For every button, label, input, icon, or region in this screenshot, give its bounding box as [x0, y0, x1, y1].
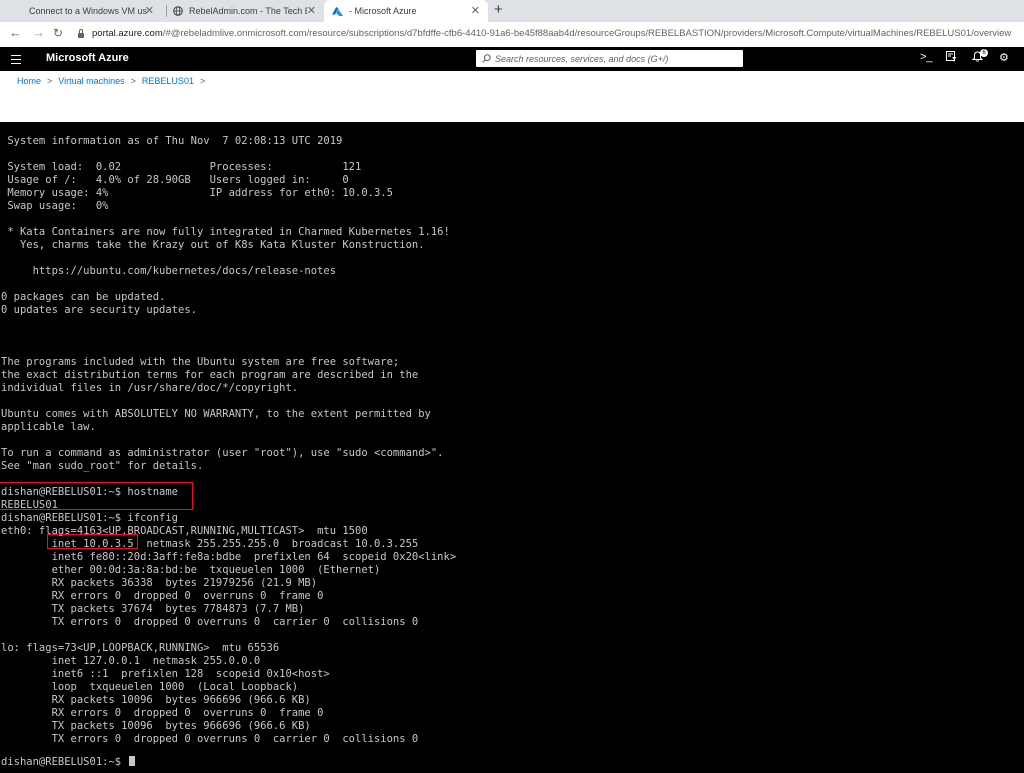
tab-title: - Microsoft Azure [349, 6, 417, 16]
hostname-highlight-box [0, 482, 193, 510]
terminal-line: applicable law. [1, 421, 96, 433]
terminal-line: inet6 fe80::20d:3aff:fe8a:bdbe prefixlen… [1, 551, 457, 563]
terminal-line: * Kata Containers are now fully integrat… [1, 226, 450, 238]
reload-icon[interactable]: ↻ [53, 26, 63, 40]
notification-count-badge: 6 [980, 49, 988, 57]
lock-icon [78, 28, 84, 38]
terminal-line: lo: flags=73<UP,LOOPBACK,RUNNING> mtu 65… [1, 642, 280, 654]
portal-brand[interactable]: Microsoft Azure [46, 52, 129, 64]
url-path: /#@rebeladmlive.onmicrosoft.com/resource… [162, 28, 1012, 39]
hamburger-menu-icon[interactable] [11, 55, 21, 67]
tab-title: Connect to a Windows VM using [29, 6, 147, 16]
terminal-line: Usage of /: 4.0% of 28.90GB Users logged… [1, 174, 349, 186]
chevron-right-icon: > [130, 76, 136, 86]
globe-icon [172, 6, 183, 17]
terminal-line: 0 updates are security updates. [1, 304, 197, 316]
terminal-line: TX errors 0 dropped 0 overruns 0 carrier… [1, 733, 419, 745]
terminal-line: RX packets 36338 bytes 21979256 (21.9 MB… [1, 577, 318, 589]
windows-logo-icon [12, 6, 23, 17]
terminal-line: Yes, charms take the Krazy out of K8s Ka… [1, 239, 425, 251]
forward-arrow-icon[interactable]: → [32, 25, 45, 40]
url-host: portal.azure.com [92, 28, 163, 39]
breadcrumb: Home > Virtual machines > REBELUS01 > [17, 76, 205, 86]
directory-filter-icon[interactable] [946, 51, 957, 65]
terminal-line: System information as of Thu Nov 7 02:08… [1, 135, 343, 147]
address-bar: ← → ↻ portal.azure.com/#@rebeladmlive.on… [0, 22, 1024, 44]
tab-separator [166, 5, 167, 17]
breadcrumb-rebelus01[interactable]: REBELUS01 [142, 76, 194, 86]
terminal-line: RX packets 10096 bytes 966696 (966.6 KB) [1, 694, 311, 706]
search-placeholder: Search resources, services, and docs (G+… [495, 53, 669, 64]
tab-microsoft-azure[interactable]: - Microsoft Azure ✕ [324, 0, 488, 22]
azure-portal-header: Microsoft Azure Search resources, servic… [0, 47, 1024, 71]
terminal-prompt: dishan@REBELUS01:~$ [1, 756, 128, 768]
chevron-right-icon: > [199, 76, 206, 86]
portal-search-input[interactable]: Search resources, services, and docs (G+… [476, 50, 743, 67]
terminal-line: TX packets 10096 bytes 966696 (966.6 KB) [1, 720, 311, 732]
terminal-line: TX packets 37674 bytes 7784873 (7.7 MB) [1, 603, 305, 615]
tab-title: RebelAdmin.com - The Tech Blog [189, 6, 307, 16]
ssh-terminal[interactable]: System information as of Thu Nov 7 02:08… [0, 122, 1024, 773]
terminal-line: See "man sudo_root" for details. [1, 460, 204, 472]
breadcrumb-home[interactable]: Home [17, 76, 41, 86]
terminal-line: Memory usage: 4% IP address for eth0: 10… [1, 187, 393, 199]
close-tab-icon[interactable]: ✕ [307, 4, 316, 17]
url-field[interactable]: portal.azure.com/#@rebeladmlive.onmicros… [78, 26, 1018, 41]
browser-tab-strip: Connect to a Windows VM using ✕ RebelAdm… [0, 0, 1024, 22]
azure-logo-icon [332, 6, 343, 17]
terminal-line: the exact distribution terms for each pr… [1, 369, 419, 381]
back-arrow-icon[interactable]: ← [9, 25, 22, 40]
terminal-line: https://ubuntu.com/kubernetes/docs/relea… [1, 265, 337, 277]
terminal-line: inet 127.0.0.1 netmask 255.0.0.0 [1, 655, 261, 667]
close-tab-icon[interactable]: ✕ [471, 4, 480, 17]
tab-rebeladmin-blog[interactable]: RebelAdmin.com - The Tech Blog ✕ [172, 0, 324, 22]
terminal-line: Swap usage: 0% [1, 200, 109, 212]
settings-gear-icon[interactable]: ⚙ [999, 51, 1009, 64]
breadcrumb-virtual-machines[interactable]: Virtual machines [58, 76, 124, 86]
chevron-right-icon: > [47, 76, 53, 86]
cloud-shell-icon[interactable]: >_ [920, 51, 933, 63]
terminal-line: RX errors 0 dropped 0 overruns 0 frame 0 [1, 707, 324, 719]
terminal-line: System load: 0.02 Processes: 121 [1, 161, 362, 173]
ip-address-highlight-box [47, 534, 138, 549]
terminal-line: Ubuntu comes with ABSOLUTELY NO WARRANTY… [1, 408, 431, 420]
terminal-line: individual files in /usr/share/doc/*/cop… [1, 382, 299, 394]
tab-connect-windows-vm[interactable]: Connect to a Windows VM using ✕ [12, 0, 162, 22]
search-icon [482, 54, 491, 63]
terminal-line: TX errors 0 dropped 0 overruns 0 carrier… [1, 616, 419, 628]
terminal-prompt-line[interactable]: dishan@REBELUS01:~$ [1, 756, 136, 769]
close-tab-icon[interactable]: ✕ [145, 4, 154, 17]
new-tab-button[interactable]: + [494, 1, 503, 18]
terminal-line: inet6 ::1 prefixlen 128 scopeid 0x10<hos… [1, 668, 330, 680]
terminal-line: The programs included with the Ubuntu sy… [1, 356, 400, 368]
terminal-line: 0 packages can be updated. [1, 291, 166, 303]
terminal-line: dishan@REBELUS01:~$ ifconfig [1, 512, 179, 524]
terminal-cursor [129, 756, 136, 766]
terminal-line: To run a command as administrator (user … [1, 447, 444, 459]
terminal-line: loop txqueuelen 1000 (Local Loopback) [1, 681, 299, 693]
terminal-line: RX errors 0 dropped 0 overruns 0 frame 0 [1, 590, 324, 602]
terminal-line: ether 00:0d:3a:8a:bd:be txqueuelen 1000 … [1, 564, 381, 576]
